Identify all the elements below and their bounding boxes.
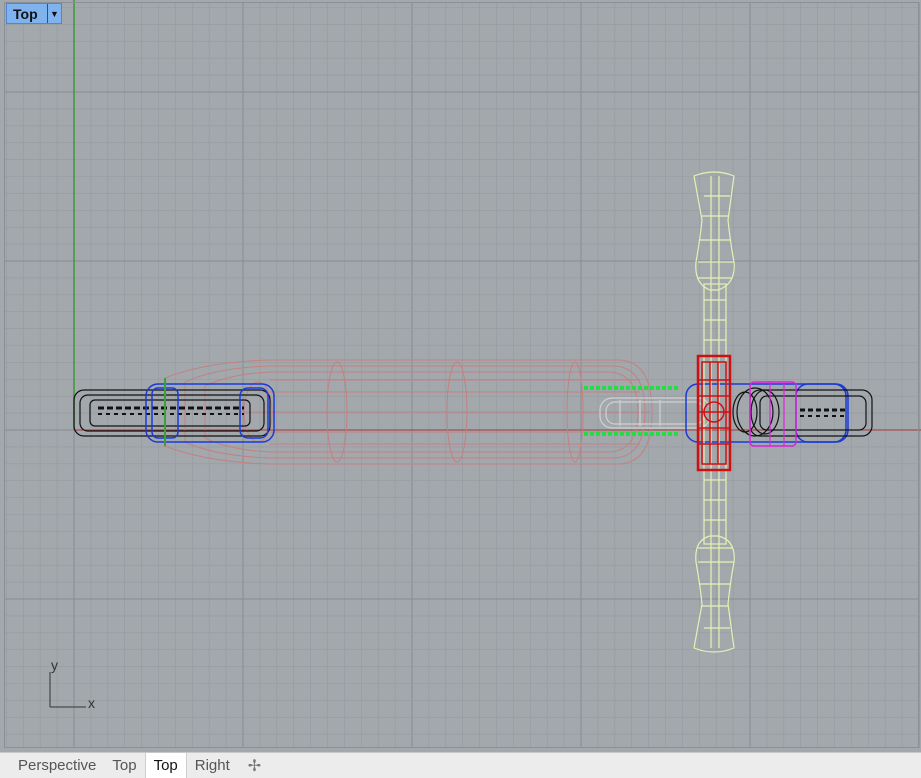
tab-right[interactable]: Right — [187, 753, 238, 778]
axis-y-label: y — [51, 657, 58, 673]
viewport-title: Top — [13, 5, 38, 22]
deck-wireframe — [164, 359, 653, 465]
chevron-down-icon[interactable]: ▼ — [46, 4, 61, 23]
front-wheel — [685, 381, 873, 447]
tab-top[interactable]: Top — [104, 753, 144, 778]
top-viewport[interactable]: Top ▼ y x — [0, 0, 921, 752]
axis-gizmo — [49, 672, 86, 708]
viewport-tab-bar: Perspective Top Top Right ✢ — [0, 752, 921, 778]
tab-top-active[interactable]: Top — [144, 753, 187, 778]
construction-grid — [4, 2, 920, 748]
viewport-scene[interactable] — [0, 0, 921, 752]
viewport-title-button[interactable]: Top ▼ — [6, 3, 62, 24]
plus-icon[interactable]: ✢ — [238, 756, 271, 776]
tab-perspective[interactable]: Perspective — [10, 753, 104, 778]
axis-x-label: x — [88, 695, 95, 711]
